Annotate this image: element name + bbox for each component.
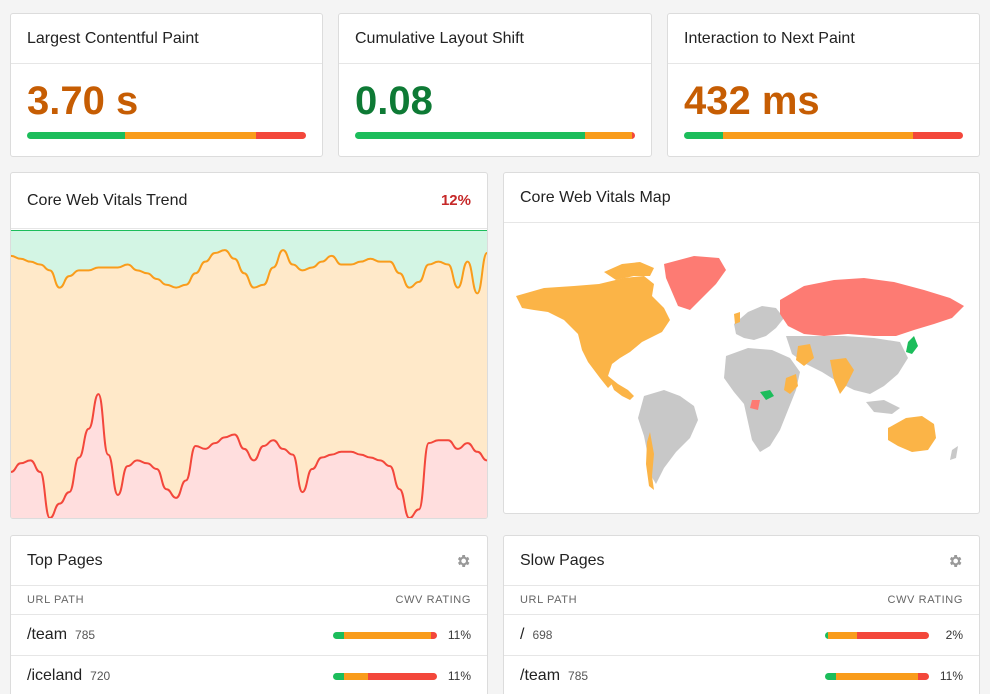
world-map[interactable] bbox=[504, 224, 980, 514]
inp-card: Interaction to Next Paint 432 ms bbox=[667, 13, 980, 157]
slow-pages-title: Slow Pages bbox=[520, 551, 605, 569]
cls-distribution-bar bbox=[355, 132, 635, 139]
map-region-russia[interactable] bbox=[780, 278, 964, 336]
map-region-north-america[interactable] bbox=[516, 276, 670, 388]
map-region-australia[interactable] bbox=[888, 416, 936, 452]
inp-card-header: Interaction to Next Paint bbox=[668, 14, 979, 64]
lcp-value: 3.70 s bbox=[27, 79, 139, 123]
poor-segment bbox=[368, 672, 437, 680]
poor-segment bbox=[632, 132, 635, 139]
slow-pages-table-header: URL PATH CWV RATING bbox=[504, 586, 979, 615]
map-region-greenland[interactable] bbox=[664, 256, 726, 310]
row-pct: 11% bbox=[939, 669, 963, 683]
top-pages-settings-icon[interactable] bbox=[455, 553, 471, 569]
needs-improvement-segment bbox=[836, 672, 918, 680]
row-path[interactable]: /iceland bbox=[27, 667, 82, 685]
map-card: Core Web Vitals Map bbox=[503, 172, 980, 514]
lcp-card-header: Largest Contentful Paint bbox=[11, 14, 322, 64]
map-region-canada-islands[interactable] bbox=[604, 262, 654, 280]
needs-improvement-segment bbox=[584, 132, 633, 139]
row-count: 785 bbox=[568, 669, 589, 683]
table-row[interactable]: /iceland 720 11% bbox=[11, 656, 487, 694]
poor-segment bbox=[912, 132, 963, 139]
good-segment bbox=[27, 132, 125, 139]
cls-card-header: Cumulative Layout Shift bbox=[339, 14, 651, 64]
row-path[interactable]: / bbox=[520, 626, 524, 644]
lcp-title: Largest Contentful Paint bbox=[27, 29, 199, 47]
row-count: 698 bbox=[532, 628, 553, 642]
poor-segment bbox=[857, 631, 929, 639]
map-region-japan[interactable] bbox=[906, 336, 918, 354]
map-region-new-zealand[interactable] bbox=[950, 446, 958, 460]
row-path[interactable]: /team bbox=[520, 667, 560, 685]
slow-pages-card: Slow Pages URL PATH CWV RATING / 698 2% … bbox=[503, 535, 980, 694]
row-pct: 11% bbox=[447, 628, 471, 642]
top-pages-title: Top Pages bbox=[27, 551, 103, 569]
row-count: 785 bbox=[75, 628, 96, 642]
trend-card-header: Core Web Vitals Trend 12% bbox=[11, 173, 487, 229]
trend-title: Core Web Vitals Trend bbox=[27, 191, 188, 209]
poor-segment bbox=[255, 132, 306, 139]
trend-change: 12% bbox=[440, 192, 471, 209]
trend-card: Core Web Vitals Trend 12% bbox=[10, 172, 488, 519]
good-segment bbox=[333, 672, 345, 680]
needs-improvement-segment bbox=[344, 672, 369, 680]
trend-chart[interactable] bbox=[11, 230, 487, 518]
row-pct: 2% bbox=[945, 628, 963, 642]
slow-pages-settings-icon[interactable] bbox=[947, 553, 963, 569]
good-segment bbox=[333, 631, 345, 639]
col-url-path: URL PATH bbox=[27, 594, 85, 606]
map-region-africa[interactable] bbox=[724, 348, 800, 452]
needs-improvement-segment bbox=[828, 631, 858, 639]
cls-title: Cumulative Layout Shift bbox=[355, 29, 524, 47]
good-segment bbox=[825, 672, 837, 680]
inp-title: Interaction to Next Paint bbox=[684, 29, 855, 47]
col-cwv-rating: CWV RATING bbox=[887, 594, 963, 606]
needs-improvement-segment bbox=[344, 631, 431, 639]
row-rating-bar bbox=[825, 672, 929, 680]
row-path[interactable]: /team bbox=[27, 626, 67, 644]
row-rating-bar bbox=[333, 631, 437, 639]
slow-pages-header: Slow Pages bbox=[504, 536, 979, 586]
row-rating-bar bbox=[333, 672, 437, 680]
table-row[interactable]: /team 785 11% bbox=[11, 615, 487, 656]
row-rating-bar bbox=[825, 631, 929, 639]
map-region-uk[interactable] bbox=[734, 312, 740, 324]
row-pct: 11% bbox=[447, 669, 471, 683]
inp-distribution-bar bbox=[684, 132, 963, 139]
good-segment bbox=[684, 132, 724, 139]
cls-value: 0.08 bbox=[355, 79, 433, 123]
lcp-distribution-bar bbox=[27, 132, 306, 139]
map-region-se-asia[interactable] bbox=[866, 400, 900, 414]
map-card-header: Core Web Vitals Map bbox=[504, 173, 979, 223]
map-region-central-america[interactable] bbox=[608, 376, 634, 400]
top-pages-table-header: URL PATH CWV RATING bbox=[11, 586, 487, 615]
good-segment bbox=[355, 132, 585, 139]
inp-value: 432 ms bbox=[684, 79, 820, 123]
table-row[interactable]: /team 785 11% bbox=[504, 656, 979, 694]
top-pages-header: Top Pages bbox=[11, 536, 487, 586]
needs-improvement-segment bbox=[124, 132, 256, 139]
lcp-card: Largest Contentful Paint 3.70 s bbox=[10, 13, 323, 157]
map-region-europe[interactable] bbox=[734, 306, 784, 340]
poor-segment bbox=[917, 672, 929, 680]
col-cwv-rating: CWV RATING bbox=[395, 594, 471, 606]
table-row[interactable]: / 698 2% bbox=[504, 615, 979, 656]
cls-card: Cumulative Layout Shift 0.08 bbox=[338, 13, 652, 157]
map-title: Core Web Vitals Map bbox=[520, 188, 671, 206]
top-pages-card: Top Pages URL PATH CWV RATING /team 785 … bbox=[10, 535, 488, 694]
col-url-path: URL PATH bbox=[520, 594, 578, 606]
row-count: 720 bbox=[90, 669, 111, 683]
needs-improvement-segment bbox=[723, 132, 913, 139]
